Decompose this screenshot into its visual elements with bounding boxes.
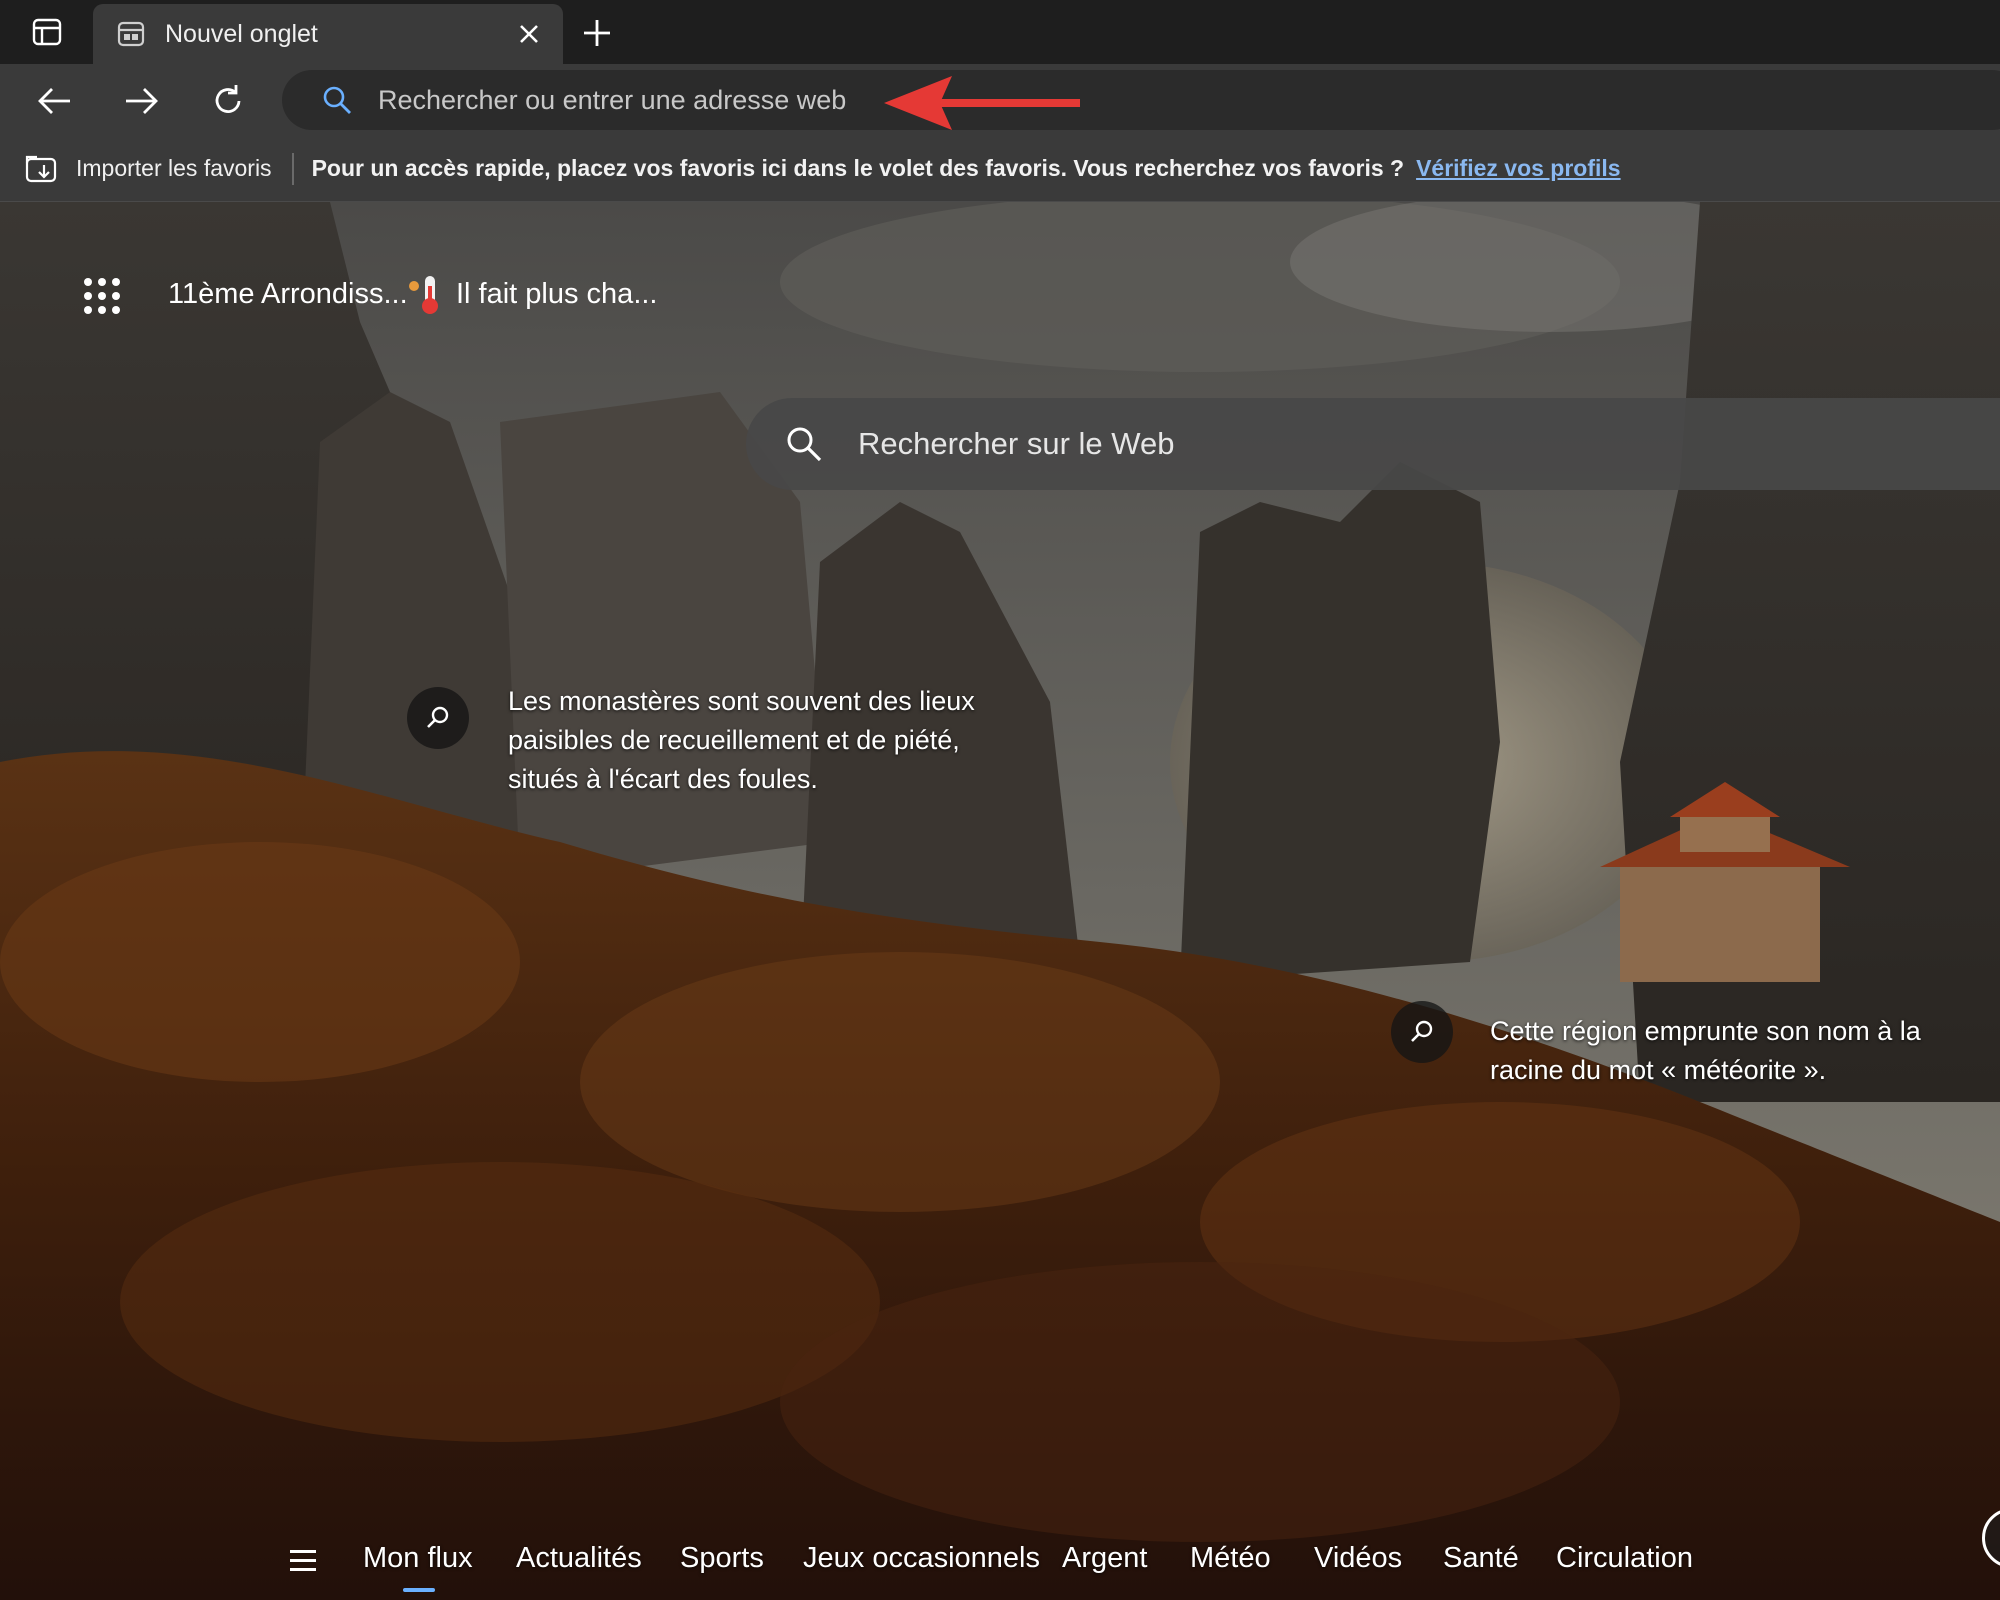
tab-actions-button[interactable] xyxy=(16,12,78,52)
web-search-input[interactable] xyxy=(856,425,1756,463)
favorites-message: Pour un accès rapide, placez vos favoris… xyxy=(311,155,1405,181)
location-widget[interactable]: 11ème Arrondiss... xyxy=(168,278,408,311)
annotation-arrow-icon xyxy=(884,76,1080,130)
image-info-text-1[interactable]: Les monastères sont souvent des lieux pa… xyxy=(508,682,975,799)
back-button[interactable] xyxy=(32,78,78,124)
image-info-line: paisibles de recueillement et de piété, xyxy=(508,725,960,755)
check-profiles-link[interactable]: Vérifiez vos profils xyxy=(1416,155,1621,182)
thermometer-icon xyxy=(409,276,438,314)
tab-actions-icon xyxy=(32,18,62,46)
weather-widget[interactable]: Il fait plus cha... xyxy=(406,272,658,316)
import-favorites-icon xyxy=(25,155,57,182)
address-bar[interactable] xyxy=(282,70,2000,130)
nav-item-videos[interactable]: Vidéos xyxy=(1314,1542,1402,1575)
refresh-button[interactable] xyxy=(205,78,251,124)
import-favorites-button[interactable]: Importer les favoris xyxy=(24,153,272,185)
nav-item-sante[interactable]: Santé xyxy=(1443,1542,1519,1575)
arrow-right-icon xyxy=(126,88,158,114)
image-info-text-2[interactable]: Cette région emprunte son nom à la racin… xyxy=(1490,1012,1921,1090)
image-info-line: Les monastères sont souvent des lieux xyxy=(508,686,975,716)
new-tab-favicon-icon xyxy=(115,18,147,50)
search-icon xyxy=(320,83,354,117)
feed-navigation: Mon flux Actualités Sports Jeux occasion… xyxy=(0,1522,2000,1600)
image-info-hotspot-2[interactable] xyxy=(1391,1001,1453,1063)
favorites-divider xyxy=(291,152,294,185)
magnifier-icon xyxy=(427,706,449,728)
image-info-line: racine du mot « météorite ». xyxy=(1490,1055,1827,1085)
nav-item-meteo[interactable]: Météo xyxy=(1190,1542,1271,1575)
nav-item-jeux-occasionnels[interactable]: Jeux occasionnels xyxy=(803,1542,1040,1575)
tab-new-tab[interactable]: Nouvel onglet xyxy=(93,4,563,64)
image-info-line: situés à l'écart des foules. xyxy=(508,764,818,794)
nav-item-mon-flux[interactable]: Mon flux xyxy=(363,1542,473,1592)
favorites-bar: Importer les favoris Pour un accès rapid… xyxy=(0,136,2000,202)
magnifier-icon xyxy=(1411,1020,1433,1042)
import-favorites-label: Importer les favoris xyxy=(76,155,272,181)
image-info-line: Cette région emprunte son nom à la xyxy=(1490,1016,1921,1046)
web-search-box[interactable] xyxy=(746,398,2000,490)
nav-item-circulation[interactable]: Circulation xyxy=(1556,1542,1693,1575)
new-tab-button[interactable] xyxy=(574,10,620,56)
close-tab-icon[interactable] xyxy=(507,12,551,56)
weather-text: Il fait plus cha... xyxy=(456,277,658,310)
nav-item-sports[interactable]: Sports xyxy=(680,1542,764,1575)
nav-item-actualites[interactable]: Actualités xyxy=(516,1542,642,1575)
arrow-left-icon xyxy=(38,88,70,114)
search-icon xyxy=(782,422,826,466)
nav-item-argent[interactable]: Argent xyxy=(1062,1542,1147,1575)
new-tab-page: 11ème Arrondiss... Il fait plus cha... L… xyxy=(0,202,2000,1600)
plus-icon xyxy=(584,20,610,46)
apps-launcher-button[interactable] xyxy=(80,274,124,318)
forward-button[interactable] xyxy=(118,78,164,124)
tab-title: Nouvel onglet xyxy=(165,19,318,48)
image-info-hotspot-1[interactable] xyxy=(407,687,469,749)
hamburger-menu-icon[interactable] xyxy=(290,1542,326,1578)
refresh-icon xyxy=(215,85,241,113)
tab-strip: Nouvel onglet xyxy=(0,0,2000,64)
address-input[interactable] xyxy=(376,83,1276,117)
